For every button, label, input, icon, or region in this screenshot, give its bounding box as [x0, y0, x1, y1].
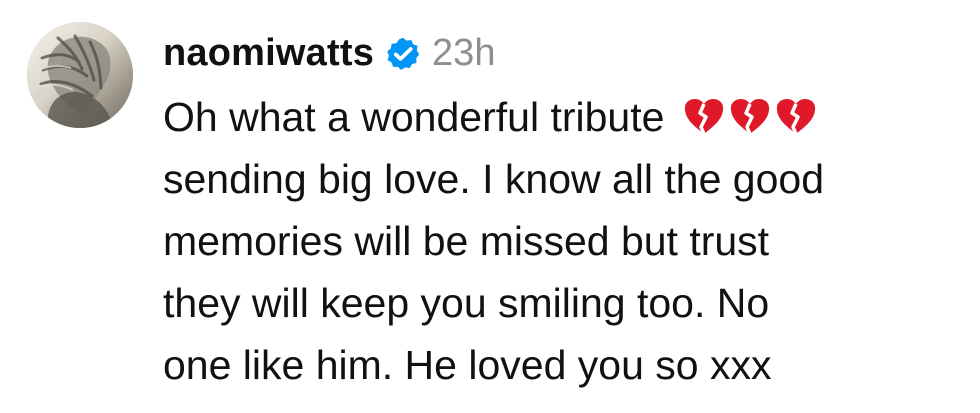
comment-line: one like him. He loved you so xxx: [163, 342, 772, 388]
verified-icon: [385, 36, 421, 72]
comment-text: Oh what a wonderful tribute sending big …: [163, 86, 958, 396]
avatar[interactable]: [27, 22, 133, 128]
comment-line: they will keep you smiling too. No: [163, 280, 770, 326]
avatar-photo: [27, 22, 133, 128]
broken-heart-icon: [731, 99, 770, 135]
comment-content: naomiwatts 23h Oh what a wonderful tribu…: [163, 22, 958, 396]
comment-header: naomiwatts 23h: [163, 22, 958, 84]
comment-line: Oh what a wonderful tribute: [163, 86, 958, 148]
comment-line-text: Oh what a wonderful tribute: [163, 94, 665, 140]
broken-heart-icon: [685, 99, 724, 135]
comment-line: memories will be missed but trust: [163, 218, 770, 264]
comment-line: sending big love. I know all the good: [163, 156, 825, 202]
timestamp[interactable]: 23h: [432, 34, 495, 72]
comment: naomiwatts 23h Oh what a wonderful tribu…: [0, 0, 980, 413]
username-link[interactable]: naomiwatts: [163, 34, 374, 72]
broken-hearts: [682, 97, 818, 137]
broken-heart-icon: [777, 99, 816, 135]
